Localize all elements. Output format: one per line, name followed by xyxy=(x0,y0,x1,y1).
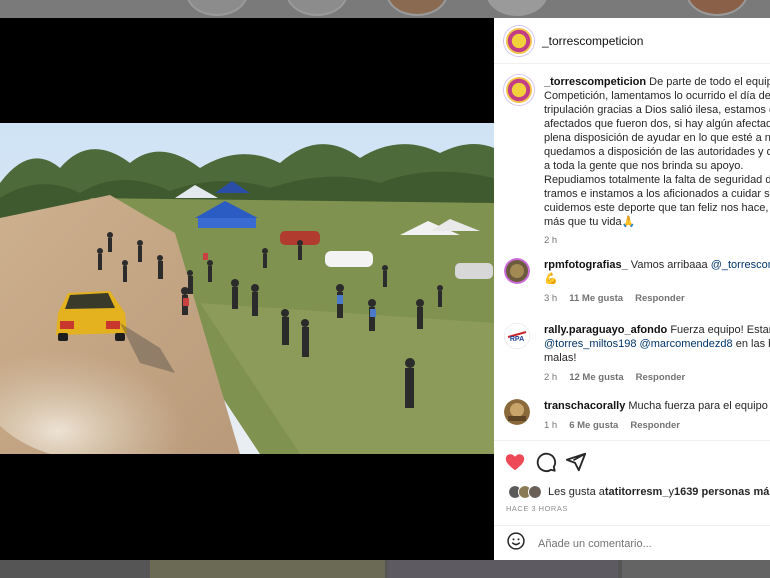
comment-username[interactable]: transchacorally xyxy=(544,400,625,412)
caption-line-1: _torrescompeticion De parte de todo el e… xyxy=(544,75,770,89)
comment-mention[interactable]: @marcomendezd8 xyxy=(640,338,733,350)
commenter-avatar[interactable] xyxy=(504,258,530,284)
caption-author-avatar[interactable] xyxy=(504,75,534,105)
caption-line: quedamos a disposición de las autoridade… xyxy=(544,146,770,158)
comment-input[interactable] xyxy=(538,537,738,550)
background-strip xyxy=(388,560,618,578)
background-strip xyxy=(150,560,385,578)
liker-avatar xyxy=(528,485,542,499)
comment-body: en las bue xyxy=(735,338,770,350)
posted-time: HACE 3 HORAS xyxy=(506,504,568,513)
add-comment-bar xyxy=(494,525,770,561)
rally-video[interactable] xyxy=(0,123,494,454)
comment-likes[interactable]: 11 Me gusta xyxy=(569,293,623,304)
background-strip xyxy=(622,560,770,578)
commenter-avatar[interactable] xyxy=(504,399,530,425)
caption-line: a toda la gente que nos brinda su apoyo. xyxy=(544,160,744,172)
caption-time: 2 h xyxy=(544,235,558,246)
comment-body: Mucha fuerza para el equipo 💪 xyxy=(625,400,770,412)
comment-reply-button[interactable]: Responder xyxy=(636,372,686,383)
comment-body: Vamos arribaaa xyxy=(627,259,711,271)
caption-line: tripulación gracias a Dios salió ilesa, … xyxy=(544,104,770,116)
likes-others[interactable]: 1639 personas más xyxy=(674,486,770,498)
comment-icon[interactable] xyxy=(535,451,557,473)
comment-mention[interactable]: @_torrescompe xyxy=(711,259,770,271)
heart-icon[interactable] xyxy=(504,451,526,473)
comment-body: Fuerza equipo! Estamos xyxy=(670,324,770,336)
rpa-logo-text: RPA xyxy=(510,336,524,343)
comment-time: 1 h xyxy=(544,420,558,431)
post-media[interactable] xyxy=(0,18,494,560)
commenter-avatar[interactable]: RPA xyxy=(504,323,530,349)
background-feed-top xyxy=(0,0,770,18)
comment-reply-button[interactable]: Responder xyxy=(635,293,685,304)
author-avatar[interactable] xyxy=(504,25,534,56)
comment-text-line: 💪 xyxy=(544,273,558,285)
comment-time: 2 h xyxy=(544,372,558,383)
comment-likes[interactable]: 6 Me gusta xyxy=(569,420,618,431)
rally-scene-image xyxy=(0,123,494,454)
comment-text: rally.paraguayo_afondo Fuerza equipo! Es… xyxy=(544,323,770,337)
likes-prefix: Les gusta a xyxy=(548,486,605,498)
caption-line: más que tu vida🙏 xyxy=(544,216,636,228)
post-header: _torrescompeticion xyxy=(494,18,770,64)
caption-line: plena disposición de ayudar en lo que es… xyxy=(544,132,770,144)
caption-line: Competición, lamentamos lo ocurrido el d… xyxy=(544,90,770,102)
caption-username[interactable]: _torrescompeticion xyxy=(544,76,646,88)
emoji-icon[interactable] xyxy=(506,531,526,556)
comment-likes[interactable]: 12 Me gusta xyxy=(569,372,623,383)
comments-list: _torrescompeticion De parte de todo el e… xyxy=(494,65,770,439)
likes-summary[interactable]: Les gusta a tatitorresm_ y 1639 personas… xyxy=(508,485,770,499)
caption-line: tramos e instamos a los aficionados a cu… xyxy=(544,188,770,200)
comment-username[interactable]: rally.paraguayo_afondo xyxy=(544,324,667,336)
share-icon[interactable] xyxy=(565,451,587,473)
post-actions: Les gusta a tatitorresm_ y 1639 personas… xyxy=(494,440,770,560)
comment-text: transchacorally Mucha fuerza para el equ… xyxy=(544,399,770,413)
likes-user[interactable]: tatitorresm_ xyxy=(605,486,669,498)
comment-text: rpmfotografias_ Vamos arribaaa @_torresc… xyxy=(544,258,770,272)
comment-text-line: @torres_miltos198 @marcomendezd8 en las … xyxy=(544,337,770,351)
author-username[interactable]: _torrescompeticion xyxy=(542,34,643,48)
comment-text-line: malas! xyxy=(544,352,577,364)
comment-reply-button[interactable]: Responder xyxy=(630,420,680,431)
comment-username[interactable]: rpmfotografias_ xyxy=(544,259,628,271)
comment-time: 3 h xyxy=(544,293,558,304)
caption-line: cuidemos este deporte que tan feliz nos … xyxy=(544,202,770,214)
post-side-panel: _torrescompeticion _torrescompeticion De… xyxy=(494,18,770,560)
caption-line: Repudiamos totalmente la falta de seguri… xyxy=(544,174,770,186)
comment-mention[interactable]: @torres_miltos198 xyxy=(544,338,636,350)
caption-line: afectados que fueron dos, si hay algún a… xyxy=(544,118,770,130)
caption-text: De parte de todo el equipo d xyxy=(649,76,770,88)
